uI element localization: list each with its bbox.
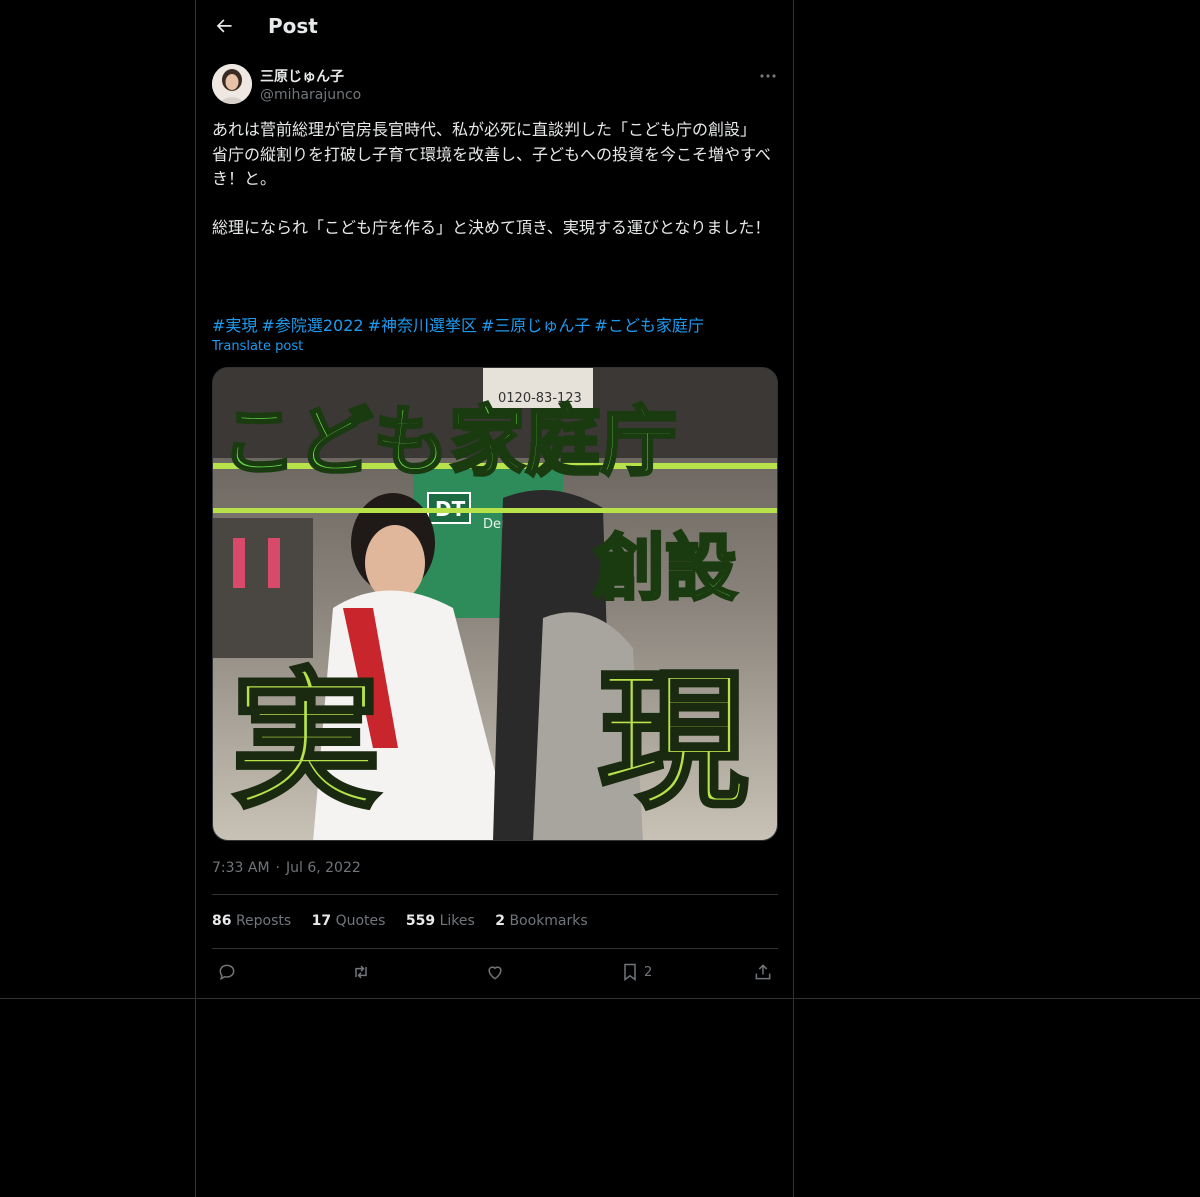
separator-dot: ·: [275, 860, 280, 876]
hashtag-link[interactable]: #参院選2022: [261, 316, 363, 335]
bookmarks-stat[interactable]: 2 Bookmarks: [495, 913, 587, 929]
reposts-stat[interactable]: 86 Reposts: [212, 913, 291, 929]
heart-icon: [488, 966, 502, 980]
bookmark-button[interactable]: 2: [620, 960, 652, 984]
author-handle[interactable]: @miharajunco: [260, 87, 361, 103]
bookmark-count: 2: [644, 964, 653, 980]
post-image[interactable]: 0120-83-123 DT Den-en こども家庭庁 創設 実 現: [212, 367, 778, 841]
hashtag-link[interactable]: #実現: [212, 316, 257, 335]
author-name[interactable]: 三原じゅん子: [260, 66, 344, 86]
page-title: Post: [268, 14, 318, 38]
repost-button[interactable]: [351, 960, 371, 984]
reply-icon: [219, 964, 235, 981]
reply-button[interactable]: [217, 960, 237, 984]
divider: [212, 894, 778, 895]
hashtag-link[interactable]: #こども家庭庁: [594, 316, 703, 335]
arrow-left-icon: [216, 19, 232, 33]
post-stats: 86 Reposts 17 Quotes 559 Likes 2 Bookmar…: [212, 913, 604, 929]
like-button[interactable]: [485, 960, 505, 984]
image-word-right: 現: [598, 655, 748, 829]
post-text: あれは菅前総理が官房長官時代、私が必死に直談判した「こども庁の創設」 省庁の縦割…: [212, 120, 771, 237]
post-image-graphic: 0120-83-123 DT Den-en こども家庭庁 創設 実 現: [213, 368, 777, 840]
top-bar: Post: [196, 0, 793, 54]
repost-icon: [355, 965, 367, 979]
post-timestamp[interactable]: 7:33 AM · Jul 6, 2022: [212, 860, 361, 876]
back-button[interactable]: [212, 14, 236, 38]
divider: [212, 948, 778, 949]
hashtag-link[interactable]: #神奈川選挙区: [368, 316, 477, 335]
post-column: Post 三原じゅん子 @miharajunco あれは菅前総理が官房長官時代、…: [195, 0, 794, 1197]
share-icon: [755, 964, 771, 980]
image-word-left: 実: [231, 655, 381, 829]
more-horizontal-icon: [760, 74, 776, 78]
avatar[interactable]: [212, 64, 252, 104]
likes-stat[interactable]: 559 Likes: [406, 913, 475, 929]
translate-post-link[interactable]: Translate post: [212, 339, 303, 354]
post-date: Jul 6, 2022: [286, 860, 361, 876]
hashtag-link[interactable]: #三原じゅん子: [481, 316, 590, 335]
quotes-stat[interactable]: 17 Quotes: [312, 913, 386, 929]
post-time: 7:33 AM: [212, 860, 270, 876]
image-subline: 創設: [593, 526, 737, 610]
more-options-button[interactable]: [756, 64, 780, 88]
bookmark-icon: [624, 963, 636, 981]
hashtags: #実現 #参院選2022 #神奈川選挙区 #三原じゅん子 #こども家庭庁: [212, 312, 708, 336]
image-headline: こども家庭庁: [221, 397, 677, 486]
avatar-image: [212, 64, 252, 104]
share-button[interactable]: [753, 960, 773, 984]
